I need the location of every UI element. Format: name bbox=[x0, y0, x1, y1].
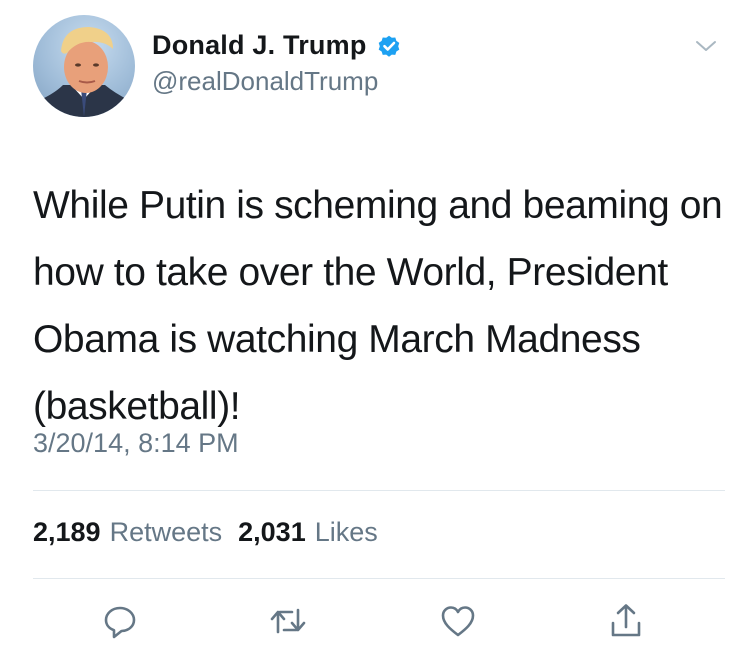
verified-badge-icon bbox=[378, 35, 399, 57]
likes-label: Likes bbox=[314, 517, 378, 547]
reply-button[interactable] bbox=[100, 601, 140, 641]
retweet-button[interactable] bbox=[268, 601, 308, 641]
likes-count: 2,031 bbox=[238, 517, 306, 547]
reply-icon bbox=[104, 606, 136, 639]
action-bar bbox=[0, 601, 750, 641]
engagement-stats: 2,189 Retweets 2,031 Likes bbox=[33, 517, 394, 548]
retweets-label: Retweets bbox=[109, 517, 223, 547]
like-button[interactable] bbox=[438, 601, 478, 641]
share-button[interactable] bbox=[606, 601, 646, 641]
retweets-stat[interactable]: 2,189 Retweets bbox=[33, 517, 222, 548]
retweet-icon bbox=[270, 608, 306, 634]
divider bbox=[33, 490, 725, 491]
divider bbox=[33, 578, 725, 579]
share-icon bbox=[611, 604, 641, 637]
display-name[interactable]: Donald J. Trump bbox=[152, 30, 367, 61]
profile-photo bbox=[33, 27, 135, 117]
tweet-card: Donald J. Trump @realDonaldTrump While P… bbox=[0, 0, 750, 663]
retweets-count: 2,189 bbox=[33, 517, 101, 547]
avatar[interactable] bbox=[33, 15, 135, 117]
likes-stat[interactable]: 2,031 Likes bbox=[238, 517, 378, 548]
tweet-text: While Putin is scheming and beaming on h… bbox=[33, 184, 733, 428]
author-handle[interactable]: @realDonaldTrump bbox=[152, 66, 378, 97]
heart-icon bbox=[441, 606, 475, 637]
author-name-row: Donald J. Trump bbox=[152, 30, 402, 61]
tweet-timestamp[interactable]: 3/20/14, 8:14 PM bbox=[33, 428, 239, 459]
chevron-down-icon[interactable] bbox=[694, 37, 718, 55]
